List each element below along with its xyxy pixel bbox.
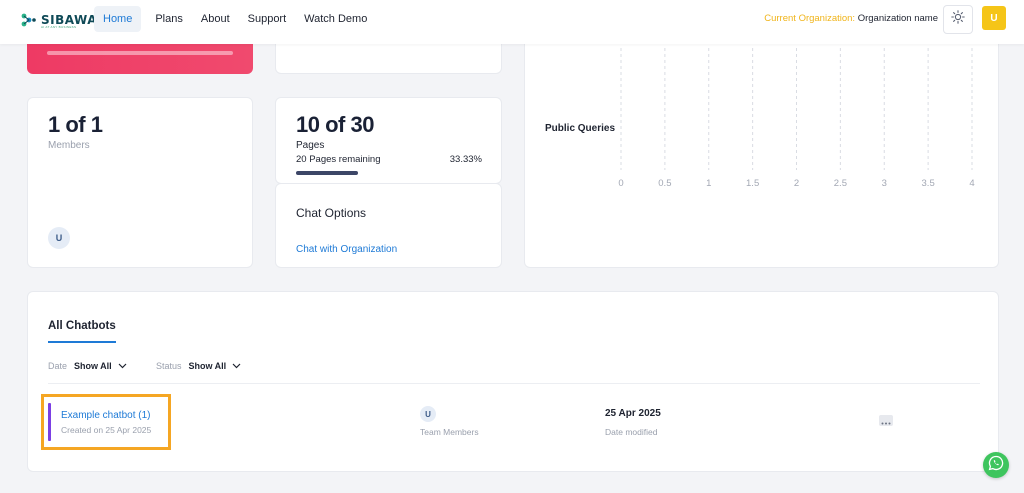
public-queries-chart: 0 0.5 1 1.5 2 2.5 3 3.5 4 <box>618 48 975 189</box>
pages-percent: 33.33% <box>449 154 482 165</box>
whatsapp-button[interactable] <box>983 452 1009 478</box>
logo[interactable]: SIBAWAY AI AT ANY BUSINESS <box>20 8 105 32</box>
ellipsis-icon <box>881 412 891 430</box>
user-avatar-button[interactable]: U <box>982 6 1006 30</box>
chatbot-accent-bar <box>48 403 51 441</box>
member-avatar[interactable]: U <box>48 227 70 249</box>
date-filter-label: Date <box>48 361 68 371</box>
pages-remaining-row: 20 Pages remaining 33.33% <box>296 154 482 165</box>
nav-support[interactable]: Support <box>239 6 296 32</box>
nav-plans[interactable]: Plans <box>146 6 192 32</box>
x-tick-label: 3.5 <box>922 178 935 189</box>
x-tick-label: 0.5 <box>658 178 671 189</box>
x-tick-label: 4 <box>969 178 974 189</box>
date-filter[interactable]: Date Show All <box>48 361 127 371</box>
x-tick-label: 1.5 <box>746 178 759 189</box>
pages-card: 10 of 30 Pages 20 Pages remaining 33.33% <box>275 97 502 184</box>
pages-remaining: 20 Pages remaining <box>296 154 381 165</box>
members-count: 1 of 1 <box>48 112 103 137</box>
team-members-label: Team Members <box>420 427 479 437</box>
current-organization: Current Organization: Organization name <box>764 13 938 24</box>
pages-count: 10 of 30 <box>296 112 374 137</box>
nav-about[interactable]: About <box>192 6 239 32</box>
x-tick-label: 1 <box>706 178 711 189</box>
org-name[interactable]: Organization name <box>858 13 938 24</box>
logo-tagline: AI AT ANY BUSINESS <box>41 25 77 29</box>
chevron-down-icon[interactable] <box>232 361 241 371</box>
x-tick-label: 0 <box>618 178 623 189</box>
nav-home[interactable]: Home <box>94 6 142 32</box>
main-nav: Home Plans About Support Watch Demo <box>94 6 376 32</box>
x-tick-label: 2 <box>794 178 799 189</box>
whatsapp-icon <box>988 455 1004 476</box>
theme-toggle-button[interactable] <box>943 5 973 34</box>
status-filter[interactable]: Status Show All <box>156 361 241 371</box>
org-label: Current Organization: <box>764 13 856 24</box>
nav-watch-demo[interactable]: Watch Demo <box>295 6 376 32</box>
members-label: Members <box>48 140 90 151</box>
usage-progress-bar <box>47 51 233 55</box>
pages-progress-bar <box>296 171 482 175</box>
logo-icon <box>20 11 38 29</box>
chevron-down-icon[interactable] <box>118 361 127 371</box>
chatbots-card: All Chatbots Date Show All Status Show A… <box>27 291 999 472</box>
chat-options-title: Chat Options <box>296 206 367 220</box>
date-filter-value[interactable]: Show All <box>74 361 112 371</box>
pages-progress-fill <box>296 171 358 175</box>
chatbot-highlight-box <box>41 394 171 450</box>
x-tick-label: 3 <box>882 178 887 189</box>
tab-all-chatbots[interactable]: All Chatbots <box>48 320 116 343</box>
pages-label: Pages <box>296 140 325 151</box>
date-modified-label: Date modified <box>605 427 658 437</box>
more-options-button[interactable] <box>879 415 893 426</box>
x-tick-label: 2.5 <box>834 178 847 189</box>
members-card: 1 of 1 Members U <box>27 97 253 268</box>
chat-with-organization-link[interactable]: Chat with Organization <box>296 244 397 255</box>
status-filter-value[interactable]: Show All <box>189 361 227 371</box>
team-member-avatar[interactable]: U <box>420 406 436 422</box>
status-filter-label: Status <box>156 361 182 371</box>
chatbot-name-link[interactable]: Example chatbot (1) <box>61 410 151 421</box>
chat-options-card: Chat Options Chat with Organization <box>275 183 502 268</box>
top-header: SIBAWAY AI AT ANY BUSINESS Home Plans Ab… <box>0 0 1024 44</box>
list-divider <box>48 383 980 384</box>
sun-icon <box>951 10 965 29</box>
date-modified-value: 25 Apr 2025 <box>605 408 661 419</box>
public-queries-chart-card: Public Queries 0 0.5 1 1.5 2 2.5 3 3.5 4 <box>524 30 999 268</box>
chatbot-created-date: Created on 25 Apr 2025 <box>61 425 152 435</box>
